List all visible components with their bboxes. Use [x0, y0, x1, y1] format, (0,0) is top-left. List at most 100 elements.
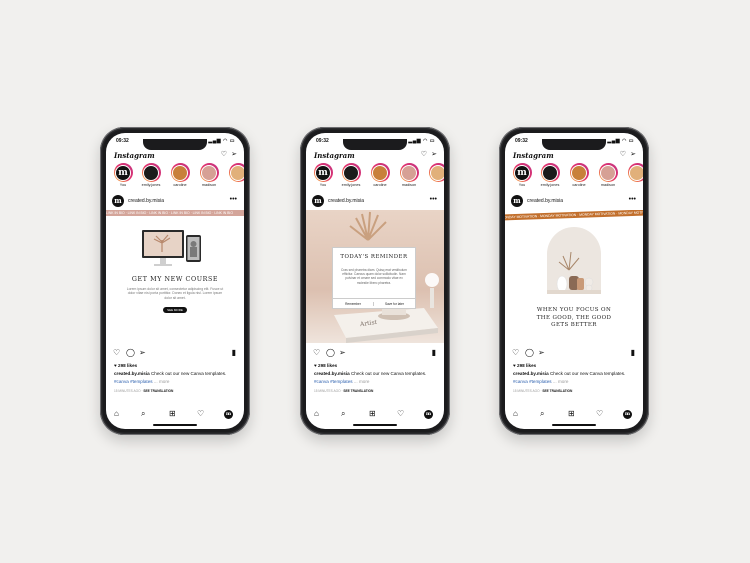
home-icon[interactable]: ⌂ [114, 409, 119, 419]
story-item[interactable]: m You [312, 163, 334, 187]
instagram-logo[interactable]: Instagram [314, 151, 355, 160]
story-item[interactable]: madison [398, 163, 420, 187]
bookmark-icon[interactable]: ▮ [432, 348, 436, 357]
post-media[interactable]: Artist TODAY'S REMINDER Cras sed pharetr… [306, 210, 444, 343]
story-item[interactable] [227, 163, 244, 182]
heart-icon[interactable]: ♡ [620, 151, 626, 159]
send-icon[interactable]: ➢ [231, 151, 237, 159]
story-avatar [372, 164, 388, 181]
post-username[interactable]: created.by.misia [128, 198, 164, 204]
story-item[interactable]: caroline [169, 163, 191, 187]
more-link[interactable]: ... more [154, 379, 170, 384]
bottom-tab-bar: ⌂ ⌕ ⊞ ♡ m [106, 409, 244, 421]
search-icon[interactable]: ⌕ [341, 409, 345, 419]
story-item[interactable]: madison [198, 163, 220, 187]
story-item[interactable]: caroline [369, 163, 391, 187]
profile-avatar-icon[interactable]: m [424, 410, 433, 419]
add-post-icon[interactable]: ⊞ [169, 409, 176, 419]
comment-icon[interactable]: ◯ [525, 348, 534, 357]
see-translation-link[interactable]: SEE TRANSLATION [343, 389, 373, 393]
status-time: 09:32 [515, 138, 528, 144]
post-meta: 15 MINUTES AGO · SEE TRANSLATION [114, 389, 174, 393]
see-translation-link[interactable]: SEE TRANSLATION [542, 389, 572, 393]
post-media[interactable]: LINK IN BIO · LINK IN BIO · LINK IN BIO … [106, 210, 244, 343]
story-item[interactable]: emily.jones [140, 163, 162, 187]
hashtags[interactable]: #canva #templates [114, 379, 153, 384]
see-translation-link[interactable]: SEE TRANSLATION [143, 389, 173, 393]
comment-icon[interactable]: ◯ [326, 348, 335, 357]
story-item[interactable]: caroline [568, 163, 590, 187]
story-name: emily.jones [540, 183, 560, 187]
quote-text: WHEN YOU FOCUS ON THE GOOD, THE GOOD GET… [505, 307, 643, 330]
home-indicator [353, 424, 397, 426]
story-item[interactable]: m You [112, 163, 134, 187]
post-media[interactable]: MONDAY MOTIVATION · MONDAY MOTIVATION · … [505, 210, 643, 343]
story-name: You [518, 183, 526, 187]
caption-text: Check out our new Canva templates. [549, 371, 626, 376]
home-icon[interactable]: ⌂ [513, 409, 518, 419]
more-link[interactable]: ... more [553, 379, 569, 384]
post-username[interactable]: created.by.misia [328, 198, 364, 204]
hashtags[interactable]: #canva #templates [513, 379, 552, 384]
activity-heart-icon[interactable]: ♡ [197, 409, 204, 419]
like-heart-icon[interactable]: ♡ [512, 348, 519, 357]
caption-username[interactable]: created.by.misia [114, 371, 150, 376]
instagram-logo[interactable]: Instagram [114, 151, 155, 160]
share-icon[interactable]: ➢ [538, 348, 545, 357]
more-link[interactable]: ... more [354, 379, 370, 384]
post-avatar[interactable]: m [312, 195, 324, 207]
activity-heart-icon[interactable]: ♡ [596, 409, 603, 419]
caption-username[interactable]: created.by.misia [314, 371, 350, 376]
story-item[interactable]: emily.jones [340, 163, 362, 187]
likes-count-label: 298 likes [517, 363, 537, 368]
search-icon[interactable]: ⌕ [540, 409, 544, 419]
profile-avatar-icon[interactable]: m [623, 410, 632, 419]
remember-button[interactable]: Remember [333, 302, 374, 306]
phone-mockup-2: 09:32 ▂▄▆ ◠ ▭ Instagram ♡ ➢ m You emily.… [300, 127, 450, 435]
add-post-icon[interactable]: ⊞ [369, 409, 376, 419]
activity-heart-icon[interactable]: ♡ [397, 409, 404, 419]
bookmark-icon[interactable]: ▮ [631, 348, 635, 357]
home-icon[interactable]: ⌂ [314, 409, 319, 419]
like-heart-icon[interactable]: ♡ [113, 348, 120, 357]
share-icon[interactable]: ➢ [339, 348, 346, 357]
post-username[interactable]: created.by.misia [527, 198, 563, 204]
instagram-logo[interactable]: Instagram [513, 151, 554, 160]
signal-wifi-battery-icon: ▂▄▆ ◠ ▭ [208, 138, 235, 144]
story-item[interactable] [427, 163, 444, 182]
likes-count: ♥ 298 likes [314, 363, 337, 368]
story-item[interactable]: m You [511, 163, 533, 187]
comment-icon[interactable]: ◯ [126, 348, 135, 357]
story-avatar [571, 164, 587, 181]
profile-avatar-icon[interactable]: m [224, 410, 233, 419]
see-more-button[interactable]: SEE MORE [163, 307, 187, 313]
add-post-icon[interactable]: ⊞ [568, 409, 575, 419]
quote-line: THE GOOD, THE GOOD [536, 314, 612, 321]
post-avatar[interactable]: m [511, 195, 523, 207]
hashtags[interactable]: #canva #templates [314, 379, 353, 384]
more-options-icon[interactable]: ••• [629, 196, 636, 203]
post-avatar[interactable]: m [112, 195, 124, 207]
more-options-icon[interactable]: ••• [430, 196, 437, 203]
more-options-icon[interactable]: ••• [230, 196, 237, 203]
caption-text: Check out our new Canva templates. [150, 371, 227, 376]
like-heart-icon[interactable]: ♡ [313, 348, 320, 357]
story-item[interactable]: emily.jones [539, 163, 561, 187]
heart-icon[interactable]: ♡ [421, 151, 427, 159]
heart-icon[interactable]: ♡ [221, 151, 227, 159]
search-icon[interactable]: ⌕ [141, 409, 145, 419]
status-time: 09:32 [316, 138, 329, 144]
story-item[interactable] [626, 163, 643, 182]
quote-line: WHEN YOU FOCUS ON [536, 307, 612, 313]
send-icon[interactable]: ➢ [630, 151, 636, 159]
send-icon[interactable]: ➢ [431, 151, 437, 159]
save-for-later-button[interactable]: Save for later [374, 302, 415, 306]
share-icon[interactable]: ➢ [139, 348, 146, 357]
time-ago: 15 MINUTES AGO [114, 389, 141, 393]
bookmark-icon[interactable]: ▮ [232, 348, 236, 357]
time-ago: 15 MINUTES AGO [513, 389, 540, 393]
like-small-icon: ♥ [513, 363, 516, 368]
story-item[interactable]: madison [597, 163, 619, 187]
caption-username[interactable]: created.by.misia [513, 371, 549, 376]
likes-count-label: 298 likes [118, 363, 138, 368]
